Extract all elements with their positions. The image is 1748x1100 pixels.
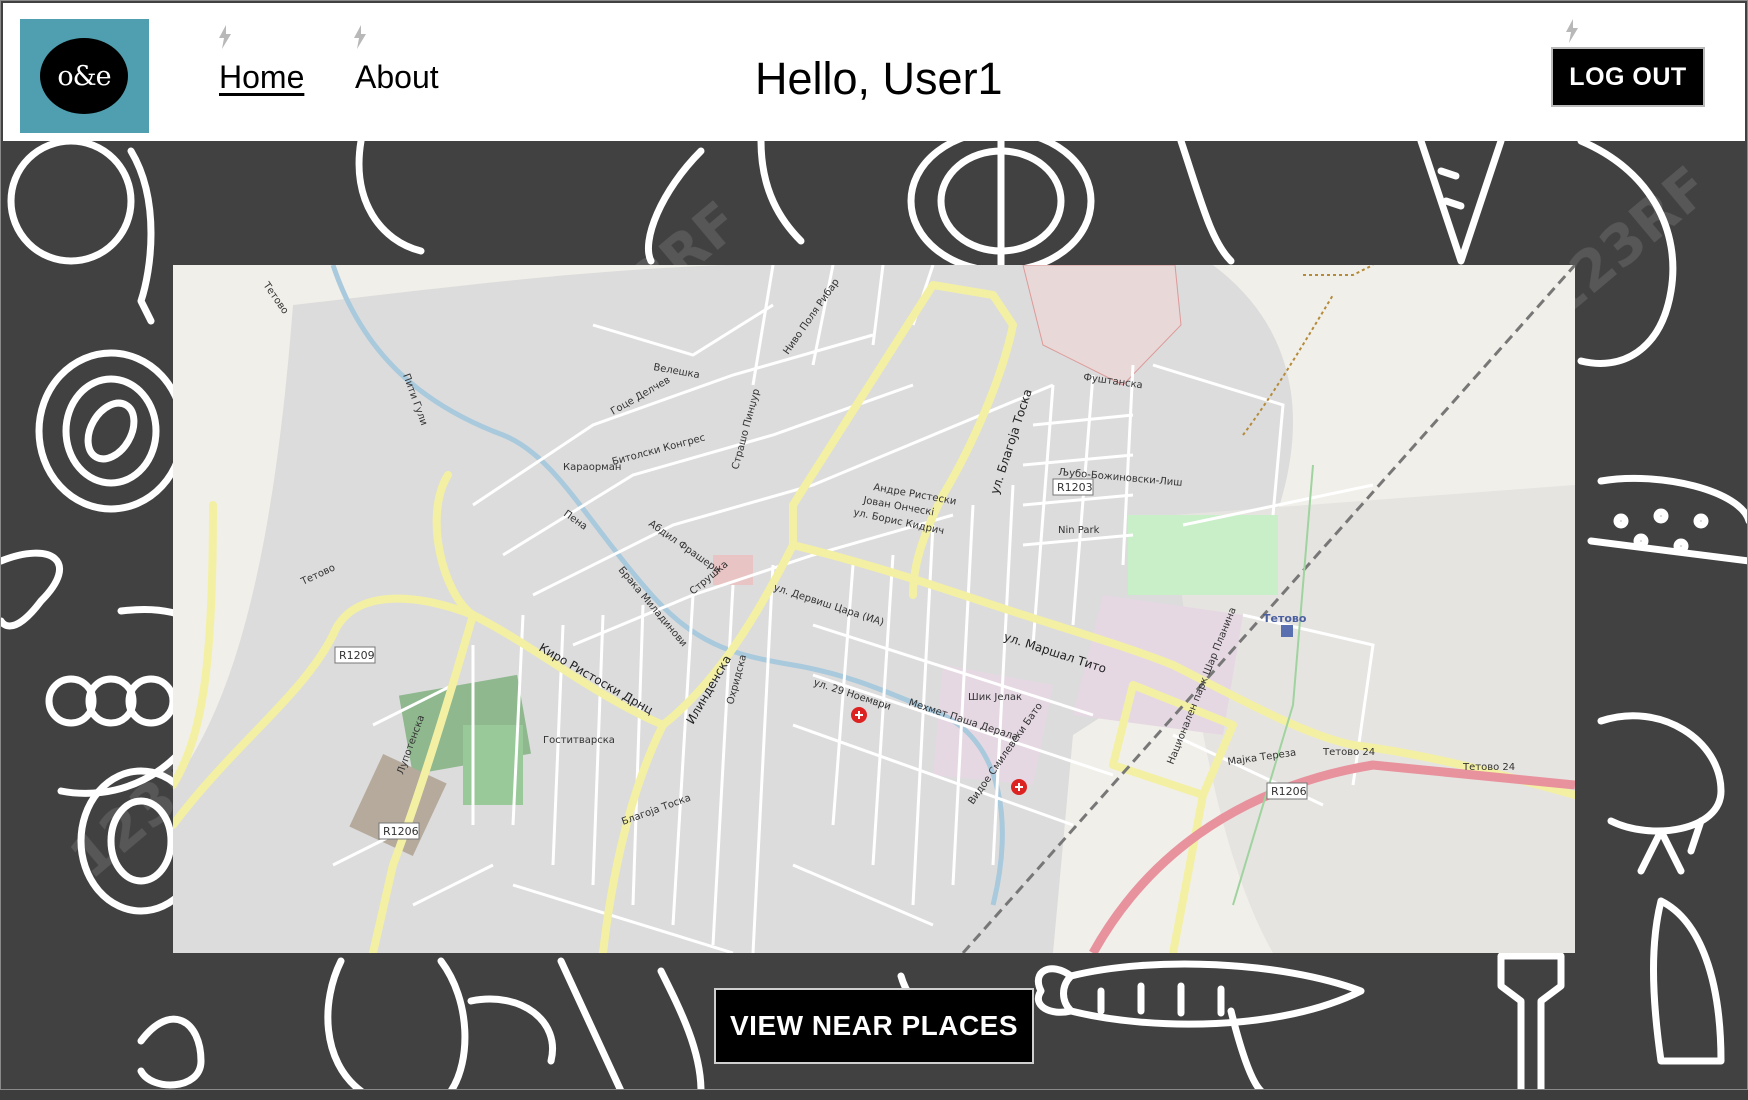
user-greeting: Hello, User1	[755, 53, 1003, 104]
svg-text:R1206: R1206	[383, 825, 419, 838]
svg-text:R1206: R1206	[1271, 785, 1307, 798]
hospital-icon[interactable]	[851, 707, 867, 723]
park-area	[1128, 515, 1278, 595]
station-label: Тетово	[1263, 612, 1307, 625]
app-window: 123RF 123RF 23RF o&e Home About Hello, U…	[0, 0, 1748, 1090]
route-shield: R1206	[1266, 782, 1308, 800]
street-label: Гоститварска	[543, 735, 615, 746]
lightning-icon	[354, 25, 366, 49]
svg-text:R1209: R1209	[339, 649, 375, 662]
ring-road-label: Тетово 24	[1462, 762, 1515, 773]
nav-link-about[interactable]: About	[355, 59, 439, 96]
lightning-icon	[219, 25, 231, 49]
logo-mark: o&e	[40, 38, 128, 114]
lightning-icon	[1566, 19, 1578, 43]
route-shield: R1206	[378, 822, 420, 840]
view-near-places-button[interactable]: VIEW NEAR PLACES	[714, 988, 1034, 1064]
top-navigation-bar: o&e Home About Hello, User1 LOG OUT	[3, 3, 1745, 141]
logout-button[interactable]: LOG OUT	[1551, 47, 1705, 107]
street-label: Караорман	[563, 462, 621, 473]
route-shield: R1209	[334, 646, 376, 664]
station-icon[interactable]	[1281, 625, 1293, 637]
svg-text:R1203: R1203	[1057, 481, 1093, 494]
nav-link-home[interactable]: Home	[219, 59, 304, 96]
park-label: Nin Park	[1058, 525, 1100, 536]
street-label: Шик Јелак	[968, 692, 1022, 703]
route-shield: R1203	[1052, 478, 1094, 496]
street-map[interactable]: ул. Маршал Тито ул. 29 Ноември Илинденск…	[173, 265, 1575, 953]
map-tiles: ул. Маршал Тито ул. 29 Ноември Илинденск…	[173, 265, 1575, 953]
place-label: Тетово	[260, 280, 290, 317]
brand-logo[interactable]: o&e	[20, 19, 149, 133]
ring-road-label: Тетово 24	[1322, 747, 1375, 758]
hospital-icon[interactable]	[1011, 779, 1027, 795]
